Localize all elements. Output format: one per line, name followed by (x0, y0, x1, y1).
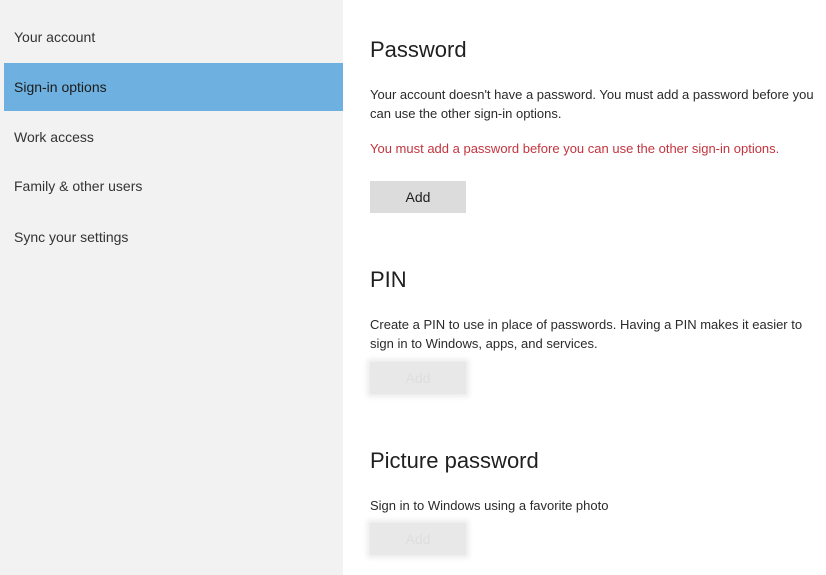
settings-window: Your account Sign-in options Work access… (0, 0, 826, 575)
picture-password-section-title: Picture password (370, 448, 539, 473)
sidebar-item-work-access[interactable]: Work access (4, 113, 343, 161)
sidebar-item-family-other-users[interactable]: Family & other users (4, 162, 343, 210)
sidebar-item-sync-settings[interactable]: Sync your settings (4, 213, 343, 261)
pin-description: Create a PIN to use in place of password… (370, 317, 803, 351)
password-description: Your account doesn't have a password. Yo… (370, 87, 814, 121)
password-section-title: Password (370, 37, 467, 62)
sidebar-item-your-account[interactable]: Your account (4, 13, 343, 61)
sidebar: Your account Sign-in options Work access… (0, 0, 343, 575)
main-content: Password Your account doesn't have a pas… (343, 0, 826, 575)
add-pin-button[interactable]: Add (370, 362, 466, 394)
sidebar-item-sign-in-options[interactable]: Sign-in options (4, 63, 343, 111)
add-picture-password-button[interactable]: Add (370, 523, 466, 555)
add-password-button[interactable]: Add (370, 181, 466, 213)
password-error-message: You must add a password before you can u… (370, 141, 780, 156)
picture-password-description: Sign in to Windows using a favorite phot… (370, 498, 609, 513)
pin-section-title: PIN (370, 267, 407, 292)
